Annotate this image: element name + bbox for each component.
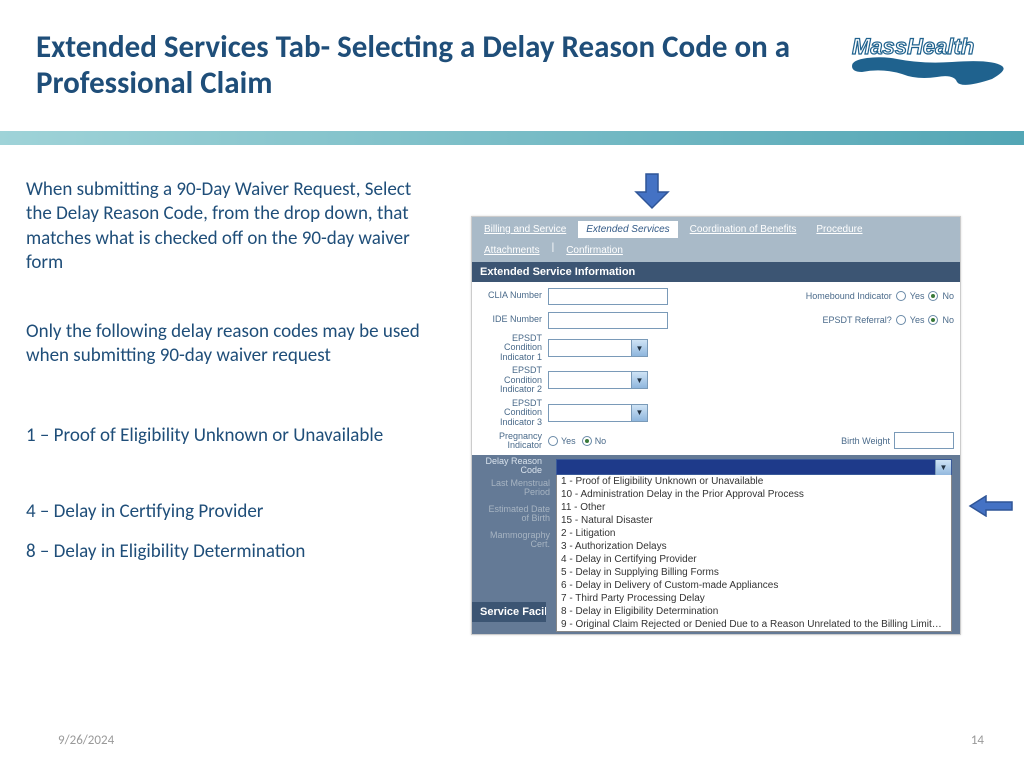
label-yes: Yes bbox=[910, 291, 925, 301]
arrow-left-icon bbox=[968, 495, 1014, 522]
delay-option[interactable]: 7 - Third Party Processing Delay bbox=[557, 592, 951, 605]
chevron-down-icon: ▼ bbox=[631, 372, 647, 388]
epsdt1-select[interactable]: ▼ bbox=[548, 339, 648, 357]
form-area: CLIA Number Homebound Indicator Yes No I… bbox=[472, 282, 960, 634]
delay-option[interactable]: 11 - Other bbox=[557, 501, 951, 514]
label-no: No bbox=[942, 291, 954, 301]
epsdt3-select[interactable]: ▼ bbox=[548, 404, 648, 422]
delay-reason-select[interactable]: ▼ bbox=[556, 459, 952, 475]
label-yes-2: Yes bbox=[910, 315, 925, 325]
homebound-yes-radio[interactable] bbox=[896, 291, 906, 301]
body-paragraph-1: When submitting a 90-Day Waiver Request,… bbox=[26, 178, 431, 275]
label-epsdt-referral: EPSDT Referral? bbox=[822, 315, 891, 325]
label-lmp-disabled: Last Menstrual Period bbox=[486, 479, 556, 498]
label-yes-3: Yes bbox=[561, 436, 576, 446]
body-code-8: 8 – Delay in Eligibility Determination bbox=[26, 540, 431, 564]
label-homebound: Homebound Indicator bbox=[806, 291, 892, 301]
service-facility-header: Service Facilit bbox=[472, 602, 546, 622]
delay-option[interactable]: 3 - Authorization Delays bbox=[557, 540, 951, 553]
epsdt-ref-yes-radio[interactable] bbox=[896, 315, 906, 325]
body-code-1: 1 – Proof of Eligibility Unknown or Unav… bbox=[26, 424, 431, 448]
label-edob-disabled: Estimated Date of Birth bbox=[486, 505, 556, 524]
chevron-down-icon: ▼ bbox=[631, 405, 647, 421]
label-birth-weight: Birth Weight bbox=[841, 436, 890, 446]
tab-extended-services[interactable]: Extended Services bbox=[578, 221, 677, 238]
epsdt2-select[interactable]: ▼ bbox=[548, 371, 648, 389]
delay-option[interactable]: 9 - Original Claim Rejected or Denied Du… bbox=[557, 618, 951, 631]
label-epsdt2: EPSDT Condition Indicator 2 bbox=[478, 366, 548, 394]
tab-bar: Billing and Service Extended Services Co… bbox=[472, 217, 960, 262]
epsdt-ref-no-radio[interactable] bbox=[928, 315, 938, 325]
delay-option[interactable]: 6 - Delay in Delivery of Custom-made App… bbox=[557, 579, 951, 592]
slide-title: Extended Services Tab- Selecting a Delay… bbox=[36, 30, 836, 101]
masshealth-logo: MassHealth bbox=[842, 24, 1012, 99]
delay-option[interactable]: 4 - Delay in Certifying Provider bbox=[557, 553, 951, 566]
section-header: Extended Service Information bbox=[472, 262, 960, 282]
delay-option[interactable]: 10 - Administration Delay in the Prior A… bbox=[557, 488, 951, 501]
tab-confirmation[interactable]: Confirmation bbox=[558, 242, 631, 259]
delay-reason-dropdown-open: Delay Reason Code ▼ Last Menstrual Perio… bbox=[472, 455, 960, 634]
label-no-2: No bbox=[942, 315, 954, 325]
body-code-4: 4 – Delay in Certifying Provider bbox=[26, 500, 431, 524]
label-delay-reason: Delay Reason Code bbox=[478, 457, 548, 476]
birth-weight-input[interactable] bbox=[894, 432, 954, 449]
tab-attachments[interactable]: Attachments bbox=[476, 242, 548, 259]
delay-option[interactable]: 8 - Delay in Eligibility Determination bbox=[557, 605, 951, 618]
clia-input[interactable] bbox=[548, 288, 668, 305]
homebound-no-radio[interactable] bbox=[928, 291, 938, 301]
delay-option[interactable]: 5 - Delay in Supplying Billing Forms bbox=[557, 566, 951, 579]
label-epsdt1: EPSDT Condition Indicator 1 bbox=[478, 334, 548, 362]
arrow-down-icon bbox=[632, 170, 672, 215]
divider-bar bbox=[0, 131, 1024, 145]
tab-cob[interactable]: Coordination of Benefits bbox=[682, 221, 805, 238]
body-paragraph-2: Only the following delay reason codes ma… bbox=[26, 320, 431, 369]
pregnancy-yes-radio[interactable] bbox=[548, 436, 558, 446]
tab-procedure[interactable]: Procedure bbox=[808, 221, 870, 238]
ide-input[interactable] bbox=[548, 312, 668, 329]
pregnancy-no-radio[interactable] bbox=[582, 436, 592, 446]
label-ide: IDE Number bbox=[478, 315, 548, 324]
label-clia: CLIA Number bbox=[478, 291, 548, 300]
footer-page-number: 14 bbox=[971, 733, 984, 748]
svg-text:MassHealth: MassHealth bbox=[852, 34, 974, 59]
label-no-3: No bbox=[595, 436, 607, 446]
extended-services-panel: Billing and Service Extended Services Co… bbox=[471, 216, 961, 635]
delay-option[interactable]: 1 - Proof of Eligibility Unknown or Unav… bbox=[557, 475, 951, 488]
label-epsdt3: EPSDT Condition Indicator 3 bbox=[478, 399, 548, 427]
footer-date: 9/26/2024 bbox=[58, 733, 114, 748]
label-pregnancy: Pregnancy Indicator bbox=[478, 432, 548, 451]
delay-option[interactable]: 2 - Litigation bbox=[557, 527, 951, 540]
delay-option[interactable]: 15 - Natural Disaster bbox=[557, 514, 951, 527]
tab-billing[interactable]: Billing and Service bbox=[476, 221, 574, 238]
label-mammo-disabled: Mammography Cert. bbox=[486, 531, 556, 550]
delay-reason-option-list: 1 - Proof of Eligibility Unknown or Unav… bbox=[556, 475, 952, 632]
chevron-down-icon: ▼ bbox=[935, 460, 951, 476]
chevron-down-icon: ▼ bbox=[631, 340, 647, 356]
